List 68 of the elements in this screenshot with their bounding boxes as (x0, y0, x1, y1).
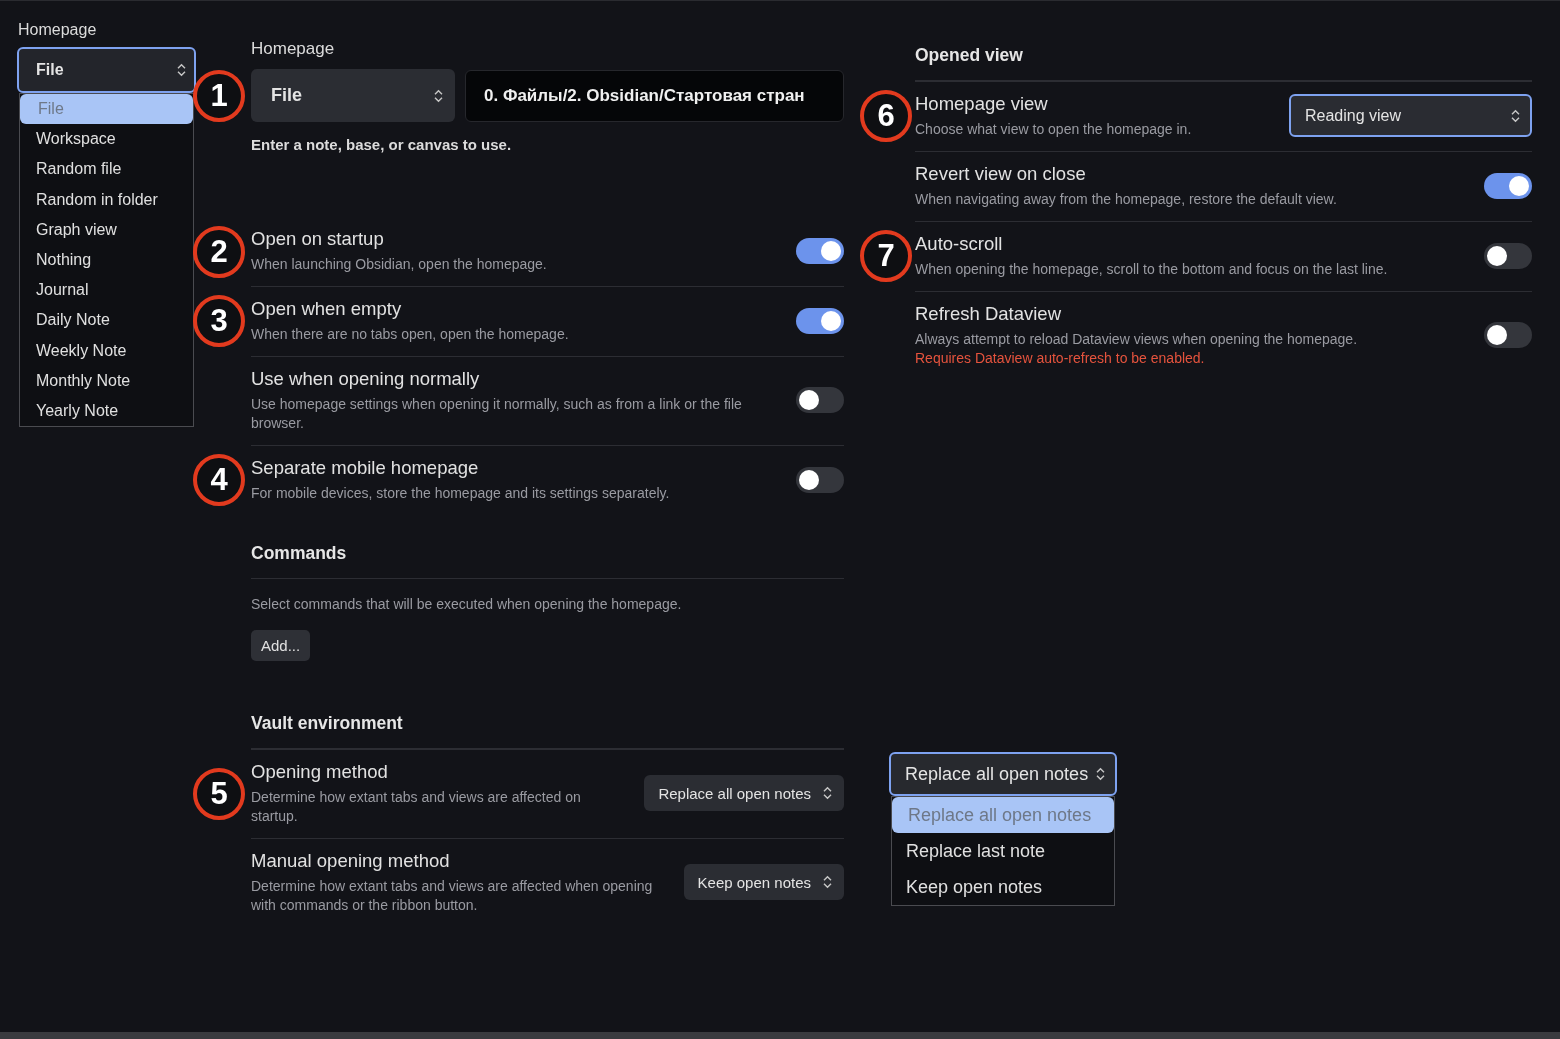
number-badge: 6 (860, 90, 912, 142)
setting-title: Open on startup (251, 227, 385, 251)
setting-title: Use when opening normally (251, 367, 481, 391)
select-dropdown[interactable]: Reading view (1289, 94, 1532, 137)
toggle-switch[interactable] (1484, 322, 1532, 348)
dropdown-option[interactable]: Journal (20, 275, 193, 306)
number-badge: 3 (193, 295, 245, 347)
setting-title: Refresh Dataview (915, 302, 1062, 326)
setting-title: Separate mobile homepage (251, 456, 480, 480)
setting-title: Manual opening method (251, 849, 451, 873)
section-label: Homepage (251, 39, 336, 59)
dropdown-option[interactable]: Random file (20, 154, 193, 185)
number-badge: 4 (193, 454, 245, 506)
dropdown-option[interactable]: Yearly Note (20, 395, 193, 427)
setting-title: Opening method (251, 760, 389, 784)
toggle-switch[interactable] (796, 307, 844, 334)
dropdown-option[interactable]: Weekly Note (20, 335, 193, 366)
dropdown-option[interactable]: Monthly Note (20, 365, 193, 396)
section-heading: Vault environment (251, 713, 844, 749)
toggle-switch[interactable] (1484, 242, 1532, 269)
select-dropdown[interactable]: Replace all open notes (644, 775, 844, 811)
setting-description: Always attempt to reload Dataview views when opening the homepage. (915, 330, 1359, 349)
toggle-switch[interactable] (796, 466, 844, 493)
field-label: Homepage (18, 21, 98, 39)
dropdown-option[interactable]: Nothing (20, 244, 193, 276)
dropdown-option[interactable]: Replace last note (892, 833, 1114, 869)
setting-description: When navigating away from the homepage, restore the default view. (915, 190, 1338, 209)
setting-title: Open when empty (251, 297, 403, 321)
warning-text: Requires Dataview auto-refresh to be enabled. (915, 349, 1206, 368)
chevron-up-down-icon (1096, 767, 1105, 781)
dropdown-option[interactable]: Daily Note (20, 305, 193, 336)
chevron-up-down-icon (177, 63, 186, 77)
toggle-switch[interactable] (796, 387, 844, 413)
setting-description: Determine how extant tabs and views are affected on startup. (251, 788, 582, 826)
setting-description: Determine how extant tabs and views are affected when opening with commands or the ribbon button. (251, 877, 654, 915)
number-badge: 2 (193, 225, 245, 278)
dropdown-option[interactable]: Graph view (20, 214, 193, 245)
setting-description: For mobile devices, store the homepage and its settings separately. (251, 484, 671, 503)
chevron-up-down-icon (1511, 108, 1520, 123)
chevron-up-down-icon (434, 88, 443, 103)
select-dropdown[interactable]: File (17, 47, 196, 93)
section-heading: Commands (251, 543, 844, 579)
select-dropdown[interactable]: File (251, 69, 455, 122)
path-field[interactable]: 0. Файлы/2. Obsidian/Стартовая стран (465, 69, 844, 122)
number-badge: 1 (193, 69, 245, 122)
number-badge: 5 (193, 767, 245, 820)
setting-description: When launching Obsidian, open the homepage. (251, 255, 548, 274)
add-button[interactable]: Add... (251, 630, 311, 661)
setting-description: Choose what view to open the homepage in. (915, 120, 1193, 139)
select-dropdown[interactable]: Replace all open notes (889, 752, 1117, 796)
number-badge: 7 (860, 230, 912, 282)
dropdown-option[interactable]: Random in folder (20, 184, 193, 215)
toggle-switch[interactable] (1484, 172, 1532, 199)
setting-title: Auto-scroll (915, 232, 1004, 256)
chevron-up-down-icon (823, 875, 832, 889)
dropdown-option[interactable]: Keep open notes (892, 869, 1114, 905)
chevron-up-down-icon (823, 786, 832, 800)
toggle-switch[interactable] (796, 237, 844, 264)
hint-text: Enter a note, base, or canvas to use. (251, 136, 513, 153)
setting-title: Revert view on close (915, 162, 1087, 186)
setting-title: Homepage view (915, 92, 1049, 116)
dropdown-option[interactable]: Workspace (20, 124, 193, 155)
setting-description: When there are no tabs open, open the homepage. (251, 325, 570, 344)
select-dropdown[interactable]: Keep open notes (683, 864, 844, 900)
setting-description: When opening the homepage, scroll to the bottom and focus on the last line. (915, 260, 1389, 279)
section-heading: Opened view (915, 45, 1532, 81)
setting-description: Use homepage settings when opening it normally, such as from a link or the file browser. (251, 395, 743, 433)
setting-description: Select commands that will be executed when opening the homepage. (251, 595, 683, 614)
